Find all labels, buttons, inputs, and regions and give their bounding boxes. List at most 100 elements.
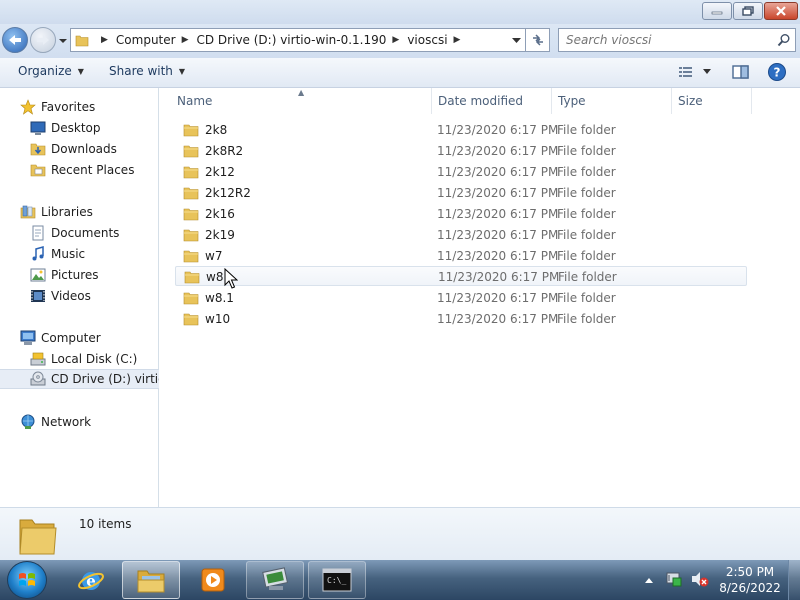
windows-logo-icon: [19, 573, 35, 586]
refresh-button[interactable]: [526, 28, 550, 52]
nav-favorites[interactable]: Favorites: [20, 97, 95, 117]
table-row[interactable]: w7 11/23/2020 6:17 PM File folder: [175, 246, 747, 266]
table-row[interactable]: 2k12R2 11/23/2020 6:17 PM File folder: [175, 183, 747, 203]
file-date: 11/23/2020 6:17 PM: [437, 123, 559, 137]
search-input[interactable]: [559, 29, 771, 51]
nav-pictures[interactable]: Pictures: [30, 265, 99, 285]
column-header-type[interactable]: Type: [552, 88, 672, 114]
nav-label: Music: [51, 247, 86, 261]
nav-desktop[interactable]: Desktop: [30, 118, 101, 138]
details-pane: 10 items: [0, 507, 800, 560]
system-clock[interactable]: 2:50 PM 8/26/2022: [712, 564, 788, 596]
taskbar-windows-explorer[interactable]: [122, 561, 180, 599]
taskbar-command-prompt[interactable]: C:\_: [308, 561, 366, 599]
documents-icon: [30, 225, 46, 241]
refresh-icon: [532, 34, 543, 46]
svg-text:C:\_: C:\_: [327, 576, 346, 585]
table-row[interactable]: w10 11/23/2020 6:17 PM File folder: [175, 309, 747, 329]
table-row[interactable]: w8 11/23/2020 6:17 PM File folder: [175, 266, 747, 286]
minimize-button[interactable]: [702, 2, 732, 20]
nav-network[interactable]: Network: [20, 412, 91, 432]
folder-icon: [183, 250, 199, 263]
nav-videos[interactable]: Videos: [30, 286, 91, 306]
file-date: 11/23/2020 6:17 PM: [437, 165, 559, 179]
command-bar: Organize ▼ Share with ▼ ?: [0, 58, 800, 88]
title-bar: [0, 0, 800, 24]
chevron-down-icon: ▼: [178, 66, 186, 76]
back-button[interactable]: [2, 27, 28, 53]
file-name: w8.1: [205, 291, 234, 305]
taskbar-control-panel[interactable]: [246, 561, 304, 599]
column-header-date-modified[interactable]: Date modified: [432, 88, 552, 114]
taskbar: e C:\_ 2:50 PM 8/26/2022: [0, 560, 800, 600]
file-date: 11/23/2020 6:17 PM: [437, 228, 559, 242]
table-row[interactable]: 2k16 11/23/2020 6:17 PM File folder: [175, 204, 747, 224]
file-date: 11/23/2020 6:17 PM: [437, 144, 559, 158]
nav-recent-places[interactable]: Recent Places: [30, 160, 134, 180]
nav-label: Favorites: [41, 100, 96, 114]
organize-button[interactable]: Organize ▼: [18, 64, 84, 78]
table-row[interactable]: 2k12 11/23/2020 6:17 PM File folder: [175, 162, 747, 182]
restore-button[interactable]: [733, 2, 763, 20]
search-box[interactable]: [558, 28, 796, 52]
forward-button[interactable]: [30, 27, 56, 53]
column-header-name[interactable]: Name: [160, 88, 432, 114]
action-center-flag-icon[interactable]: [665, 570, 683, 588]
recent-pages-dropdown-icon[interactable]: [58, 36, 68, 46]
breadcrumb-vioscsi[interactable]: vioscsi ▶: [407, 33, 468, 47]
table-row[interactable]: w8.1 11/23/2020 6:17 PM File folder: [175, 288, 747, 308]
file-name: 2k19: [205, 228, 235, 242]
help-icon[interactable]: ?: [767, 62, 787, 82]
nav-cd-drive[interactable]: CD Drive (D:) virtio-w: [0, 369, 159, 389]
breadcrumb-cd-drive[interactable]: CD Drive (D:) virtio-win-0.1.190 ▶: [197, 33, 408, 47]
taskbar-media-player[interactable]: [184, 561, 242, 599]
file-name: w10: [205, 312, 231, 326]
breadcrumb-computer[interactable]: Computer ▶: [116, 33, 197, 47]
nav-label: Network: [41, 415, 92, 429]
address-bar[interactable]: ▶ Computer ▶ CD Drive (D:) virtio-win-0.1…: [70, 28, 526, 52]
file-date: 11/23/2020 6:17 PM: [437, 312, 559, 326]
folder-icon: [183, 229, 199, 242]
nav-computer[interactable]: Computer: [20, 328, 101, 348]
arrow-left-icon: [9, 35, 21, 45]
nav-label: Downloads: [51, 142, 117, 156]
file-name: 2k12R2: [205, 186, 251, 200]
breadcrumb-label: CD Drive (D:) virtio-win-0.1.190: [196, 33, 387, 47]
change-view-icon[interactable]: [677, 63, 695, 81]
table-row[interactable]: 2k19 11/23/2020 6:17 PM File folder: [175, 225, 747, 245]
media-player-icon: [201, 568, 225, 592]
nav-downloads[interactable]: Downloads: [30, 139, 117, 159]
file-name: 2k8: [205, 123, 228, 137]
preview-pane-icon[interactable]: [731, 63, 751, 81]
close-icon: [776, 6, 786, 16]
nav-music[interactable]: Music: [30, 244, 85, 264]
folder-icon: [75, 35, 89, 47]
address-dropdown-icon[interactable]: [512, 37, 521, 44]
nav-libraries[interactable]: Libraries: [20, 202, 93, 222]
start-button[interactable]: [7, 561, 47, 599]
table-row[interactable]: 2k8 11/23/2020 6:17 PM File folder: [175, 120, 747, 140]
close-button[interactable]: [764, 2, 798, 20]
folder-icon: [184, 271, 200, 284]
downloads-folder-icon: [30, 141, 46, 157]
show-hidden-icons-icon[interactable]: [644, 576, 654, 584]
nav-local-disk[interactable]: Local Disk (C:): [30, 349, 137, 369]
file-list: ▲ Name Date modified Type Size 2k8 11/23…: [160, 88, 800, 507]
volume-muted-icon[interactable]: [690, 570, 710, 588]
show-desktop-button[interactable]: [788, 560, 800, 600]
share-with-button[interactable]: Share with ▼: [109, 64, 185, 78]
file-type: File folder: [557, 312, 616, 326]
mouse-cursor-icon: [224, 268, 238, 289]
taskbar-internet-explorer[interactable]: e: [62, 561, 120, 599]
search-icon[interactable]: [777, 33, 791, 47]
star-icon: [20, 99, 36, 115]
nav-documents[interactable]: Documents: [30, 223, 119, 243]
computer-management-icon: [262, 567, 289, 590]
table-row[interactable]: 2k8R2 11/23/2020 6:17 PM File folder: [175, 141, 747, 161]
folder-icon: [19, 519, 57, 555]
arrow-right-icon: [37, 35, 49, 45]
column-header-size[interactable]: Size: [672, 88, 752, 114]
file-type: File folder: [557, 144, 616, 158]
view-options-chevron-icon[interactable]: [702, 68, 712, 76]
desktop-icon: [30, 120, 46, 136]
